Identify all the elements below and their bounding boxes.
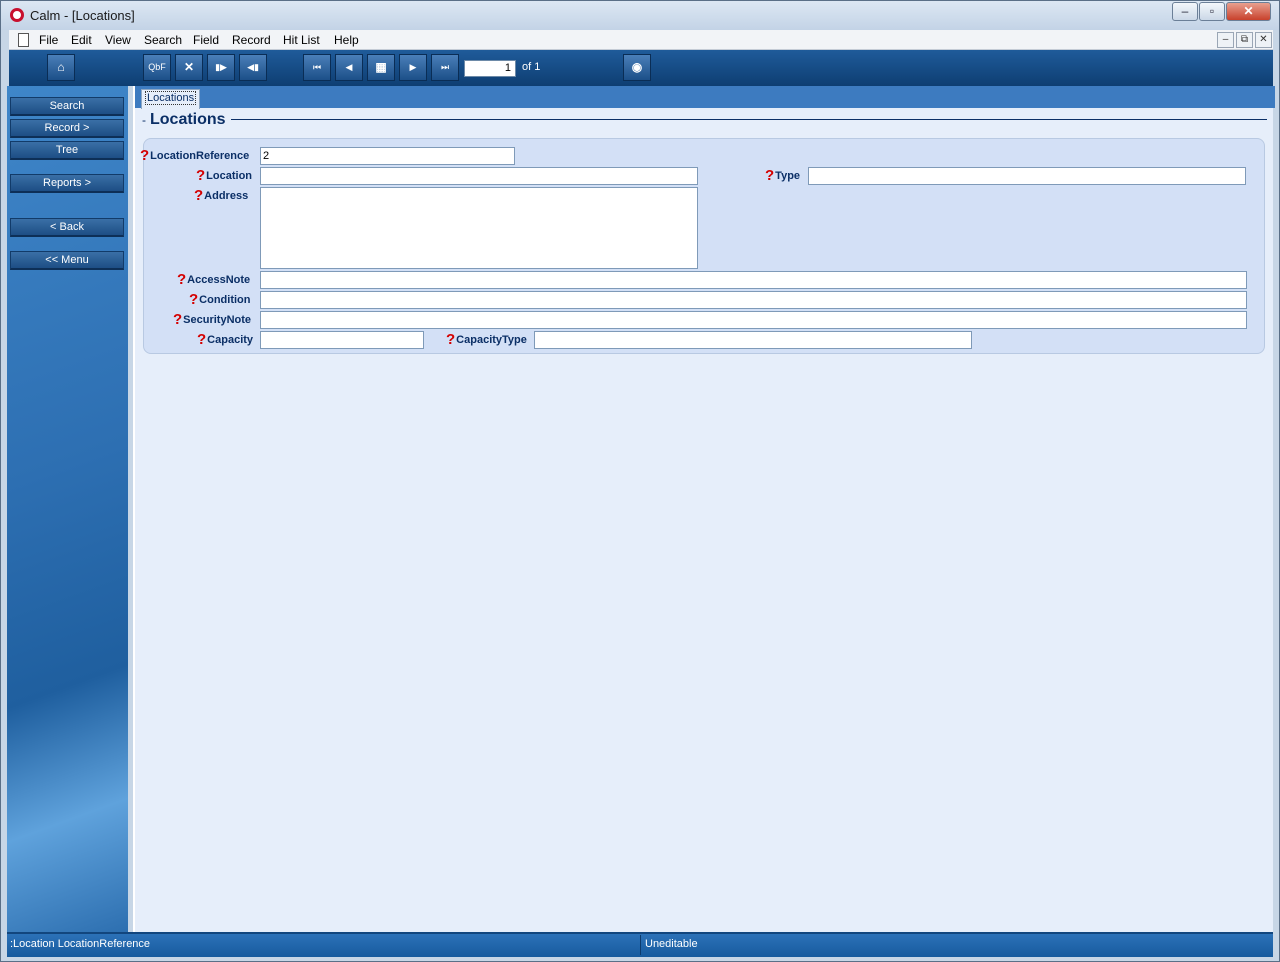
- help-question-icon[interactable]: ?: [446, 331, 455, 348]
- document-icon: [18, 33, 29, 47]
- tab-locations-label: Locations: [145, 91, 197, 105]
- record-count-label: of 1: [522, 61, 541, 73]
- location-reference-input[interactable]: 2: [260, 147, 515, 165]
- title-bar: Calm - [Locations] – ▫ ✕: [1, 1, 1279, 30]
- address-label: ?Address: [194, 187, 248, 204]
- maximize-button[interactable]: ▫: [1199, 2, 1225, 21]
- address-label-text: Address: [204, 190, 249, 202]
- status-edit-mode: Uneditable: [645, 938, 698, 950]
- menu-hit-list[interactable]: Hit List: [283, 33, 320, 47]
- sidebar: Search Record > Tree Reports > < Back <<…: [7, 86, 128, 932]
- location-label: ?Location: [196, 167, 252, 184]
- back-button[interactable]: < Back: [10, 218, 124, 237]
- help-question-icon[interactable]: ?: [177, 271, 186, 288]
- minimize-button[interactable]: –: [1172, 2, 1198, 21]
- condition-label: ?Condition: [189, 291, 251, 308]
- help-question-icon[interactable]: ?: [189, 291, 198, 308]
- first-record-icon[interactable]: ⏮: [303, 54, 331, 81]
- security-note-input[interactable]: [260, 311, 1247, 329]
- type-label-text: Type: [775, 170, 801, 182]
- type-input[interactable]: [808, 167, 1246, 185]
- forward-arrow-icon[interactable]: ▮▶: [207, 54, 235, 81]
- menu-bar: File Edit View Search Field Record Hit L…: [9, 30, 1273, 50]
- status-separator: [640, 935, 641, 955]
- form-panel: ?LocationReference 2 ?Location ?Type ?Ad…: [140, 138, 1265, 354]
- window-title: Calm - [Locations]: [30, 8, 135, 23]
- status-field-path: :Location LocationReference: [10, 938, 151, 950]
- home-icon[interactable]: ⌂: [47, 54, 75, 81]
- next-record-icon[interactable]: ▶: [399, 54, 427, 81]
- calm-logo-icon: [10, 8, 24, 22]
- tab-locations[interactable]: Locations: [141, 89, 201, 109]
- help-question-icon[interactable]: ?: [140, 147, 149, 164]
- capacity-label: ?Capacity: [197, 331, 253, 348]
- help-question-icon[interactable]: ?: [173, 311, 182, 328]
- capacity-label-text: Capacity: [207, 334, 254, 346]
- main-content: Locations - Locations ?LocationReference …: [133, 86, 1275, 932]
- app-window: Calm - [Locations] – ▫ ✕ File Edit View …: [0, 0, 1280, 962]
- menu-field[interactable]: Field: [193, 33, 219, 47]
- list-view-icon[interactable]: ▦: [367, 54, 395, 81]
- menu-file[interactable]: File: [39, 33, 58, 47]
- reports-button[interactable]: Reports >: [10, 174, 124, 193]
- menu-view[interactable]: View: [105, 33, 131, 47]
- section-dash: -: [142, 113, 146, 127]
- menu-record[interactable]: Record: [232, 33, 271, 47]
- section-divider: [231, 119, 1267, 120]
- capacity-type-input[interactable]: [534, 331, 972, 349]
- location-input[interactable]: [260, 167, 698, 185]
- mdi-close-button[interactable]: ✕: [1255, 32, 1272, 48]
- help-question-icon[interactable]: ?: [197, 331, 206, 348]
- condition-label-text: Condition: [199, 294, 251, 306]
- access-note-label-text: AccessNote: [187, 274, 251, 286]
- security-note-label-text: SecurityNote: [183, 314, 252, 326]
- search-button[interactable]: Search: [10, 97, 124, 116]
- eye-icon[interactable]: ◉: [623, 54, 651, 81]
- record-button[interactable]: Record >: [10, 119, 124, 138]
- location-reference-label: ?LocationReference: [140, 147, 249, 164]
- section-title-text: Locations: [150, 111, 226, 128]
- back-arrow-icon[interactable]: ◀▮: [239, 54, 267, 81]
- menu-button[interactable]: << Menu: [10, 251, 124, 270]
- capacity-type-label: ?CapacityType: [446, 331, 527, 348]
- help-question-icon[interactable]: ?: [194, 187, 203, 204]
- qbf-button[interactable]: QbF: [143, 54, 171, 81]
- condition-input[interactable]: [260, 291, 1247, 309]
- tree-button[interactable]: Tree: [10, 141, 124, 160]
- access-note-label: ?AccessNote: [177, 271, 250, 288]
- previous-record-icon[interactable]: ◀: [335, 54, 363, 81]
- type-label: ?Type: [765, 167, 800, 184]
- expand-icon[interactable]: ✕: [175, 54, 203, 81]
- menu-edit[interactable]: Edit: [71, 33, 92, 47]
- toolbar: ⌂ QbF ✕ ▮▶ ◀▮ ⏮ ◀ ▦ ▶ ⏭ 1 of 1 ◉: [9, 50, 1273, 86]
- location-reference-label-text: LocationReference: [150, 150, 250, 162]
- help-question-icon[interactable]: ?: [196, 167, 205, 184]
- capacity-type-label-text: CapacityType: [456, 334, 527, 346]
- section-title: - Locations: [142, 111, 226, 129]
- capacity-input[interactable]: [260, 331, 424, 349]
- access-note-input[interactable]: [260, 271, 1247, 289]
- record-number-input[interactable]: 1: [464, 60, 516, 77]
- menu-search[interactable]: Search: [144, 33, 182, 47]
- security-note-label: ?SecurityNote: [173, 311, 251, 328]
- menu-help[interactable]: Help: [334, 33, 359, 47]
- address-textarea[interactable]: [260, 187, 698, 269]
- status-bar: :Location LocationReference Uneditable: [7, 932, 1273, 957]
- tab-strip: Locations: [135, 86, 1275, 109]
- mdi-minimize-button[interactable]: –: [1217, 32, 1234, 48]
- close-button[interactable]: ✕: [1226, 2, 1271, 21]
- last-record-icon[interactable]: ⏭: [431, 54, 459, 81]
- help-question-icon[interactable]: ?: [765, 167, 774, 184]
- mdi-restore-button[interactable]: ⧉: [1236, 32, 1253, 48]
- location-label-text: Location: [206, 170, 253, 182]
